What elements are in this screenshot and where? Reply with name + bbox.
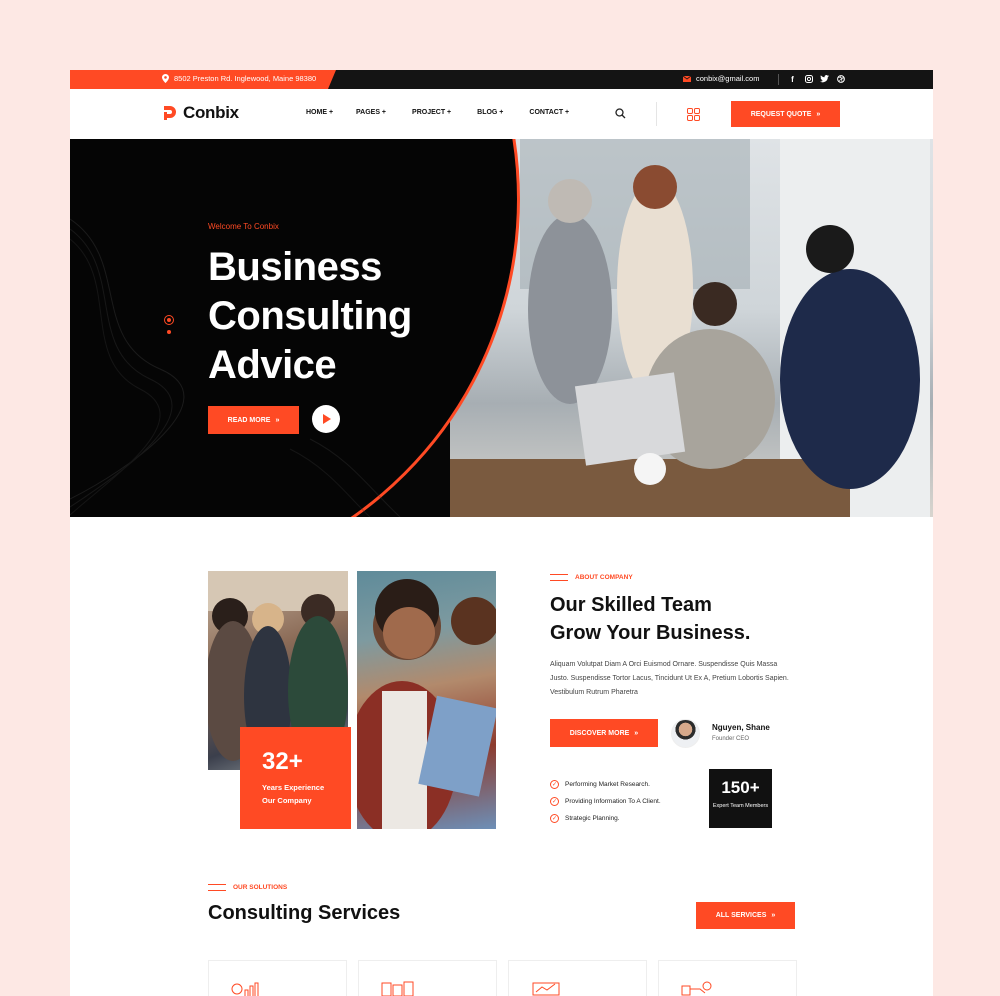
hero-section: Welcome To Conbix Business Consulting Ad… xyxy=(70,139,933,517)
check-circle-icon: ✓ xyxy=(550,797,559,806)
service-cards xyxy=(208,960,797,996)
services-tag: OUR SOLUTIONS xyxy=(208,884,287,891)
handshake-icon xyxy=(681,981,712,996)
address-text: 8502 Preston Rd. Inglewood, Maine 98380 xyxy=(174,74,317,83)
read-more-button[interactable]: READ MORE » xyxy=(208,406,299,434)
experience-number: 32+ xyxy=(262,748,303,775)
topbar-email[interactable]: conbix@gmail.com xyxy=(683,74,759,83)
service-card[interactable] xyxy=(508,960,647,996)
list-item: ✓ Providing Information To A Client. xyxy=(550,793,661,810)
twitter-icon[interactable] xyxy=(820,73,829,85)
service-card[interactable] xyxy=(208,960,347,996)
nav-blog[interactable]: BLOG + xyxy=(477,109,503,116)
hero-team-photo xyxy=(450,139,933,517)
chevron-right-icon: » xyxy=(634,729,639,737)
about-section xyxy=(70,517,933,847)
main-nav: HOME + PAGES + PROJECT + BLOG + CONTACT … xyxy=(306,109,595,116)
founder-name: Nguyen, Shane xyxy=(712,723,770,732)
discover-more-label: DISCOVER MORE xyxy=(569,729,630,737)
check-circle-icon: ✓ xyxy=(550,780,559,789)
play-icon xyxy=(322,414,331,424)
grid-menu-icon[interactable] xyxy=(687,108,700,121)
nav-contact[interactable]: CONTACT + xyxy=(529,109,569,116)
hero-title-line: Business xyxy=(208,245,382,289)
social-links: f xyxy=(788,73,845,85)
list-item: ✓ Performing Market Research. xyxy=(550,776,661,793)
team-members-badge: 150+ Expert Team Members xyxy=(709,769,772,828)
service-card[interactable] xyxy=(658,960,797,996)
logo-text: Conbix xyxy=(183,103,239,122)
founder-avatar xyxy=(671,719,700,748)
services-title: Consulting Services xyxy=(208,902,401,924)
logo-mark-icon xyxy=(164,106,176,120)
experience-label: Years Experience Our Company xyxy=(262,783,325,805)
instagram-icon[interactable] xyxy=(804,73,813,85)
chevron-right-icon: » xyxy=(771,912,776,919)
envelope-icon xyxy=(683,75,691,82)
about-title-line: Grow Your Business. xyxy=(550,622,751,644)
experience-badge: 32+ Years Experience Our Company xyxy=(240,727,351,829)
tag-lines-icon xyxy=(550,574,568,581)
nav-project[interactable]: PROJECT + xyxy=(412,109,451,116)
about-photo2-art xyxy=(347,579,499,841)
nav-pages[interactable]: PAGES + xyxy=(356,109,386,116)
about-person-photo xyxy=(347,571,499,841)
location-pin-icon xyxy=(162,74,169,83)
services-tag-text: OUR SOLUTIONS xyxy=(233,884,288,891)
slider-dots[interactable] xyxy=(164,315,174,343)
team-label: Expert Team Members xyxy=(712,803,769,809)
check-text: Providing Information To A Client. xyxy=(565,798,661,805)
topbar-divider xyxy=(778,74,779,85)
chart-bars-icon xyxy=(231,982,259,996)
check-circle-icon: ✓ xyxy=(550,814,559,823)
top-bar: 8502 Preston Rd. Inglewood, Maine 98380 … xyxy=(70,70,933,89)
documents-icon xyxy=(381,981,414,996)
header-divider xyxy=(656,102,657,126)
presentation-chart-icon xyxy=(532,982,560,996)
hero-title: Business Consulting Advice xyxy=(208,243,468,390)
website-frame: 8502 Preston Rd. Inglewood, Maine 98380 … xyxy=(70,70,933,996)
chevron-right-icon: » xyxy=(275,416,280,424)
about-tag: ABOUT COMPANY xyxy=(550,574,633,581)
founder-role: Founder CEO xyxy=(712,736,750,742)
chevron-right-icon: » xyxy=(816,110,821,118)
hero-title-line: Consulting xyxy=(208,294,412,338)
feature-checklist: ✓ Performing Market Research. ✓ Providin… xyxy=(550,776,661,827)
request-quote-button[interactable]: REQUEST QUOTE » xyxy=(731,101,840,127)
hero-welcome-text: Welcome To Conbix xyxy=(208,222,279,231)
nav-home[interactable]: HOME + xyxy=(306,109,333,116)
read-more-label: READ MORE xyxy=(227,416,271,424)
play-video-button[interactable] xyxy=(312,405,340,433)
all-services-label: ALL SERVICES xyxy=(715,912,767,919)
topbar-address: 8502 Preston Rd. Inglewood, Maine 98380 xyxy=(162,74,316,83)
hero-photo-art xyxy=(450,139,930,517)
logo[interactable]: Conbix xyxy=(162,103,239,123)
team-number: 150+ xyxy=(721,778,760,797)
list-item: ✓ Strategic Planning. xyxy=(550,810,661,827)
all-services-button[interactable]: ALL SERVICES » xyxy=(696,902,795,929)
check-text: Strategic Planning. xyxy=(565,815,620,822)
hero-title-line: Advice xyxy=(208,343,337,387)
discover-more-button[interactable]: DISCOVER MORE » xyxy=(550,719,658,747)
service-card[interactable] xyxy=(358,960,497,996)
check-text: Performing Market Research. xyxy=(565,781,650,788)
about-description: Aliquam Volutpat Diam A Orci Euismod Orn… xyxy=(550,661,789,696)
about-title-line: Our Skilled Team xyxy=(550,594,712,616)
request-quote-label: REQUEST QUOTE xyxy=(750,110,812,118)
tag-lines-icon xyxy=(208,884,226,891)
search-icon[interactable] xyxy=(615,108,626,119)
dribbble-icon[interactable] xyxy=(836,73,845,85)
main-header: Conbix HOME + PAGES + PROJECT + BLOG + C… xyxy=(70,89,933,139)
email-text[interactable]: conbix@gmail.com xyxy=(696,74,759,83)
about-tag-text: ABOUT COMPANY xyxy=(575,574,633,581)
facebook-icon[interactable]: f xyxy=(788,73,797,85)
about-title: Our Skilled Team Grow Your Business. xyxy=(550,591,750,647)
